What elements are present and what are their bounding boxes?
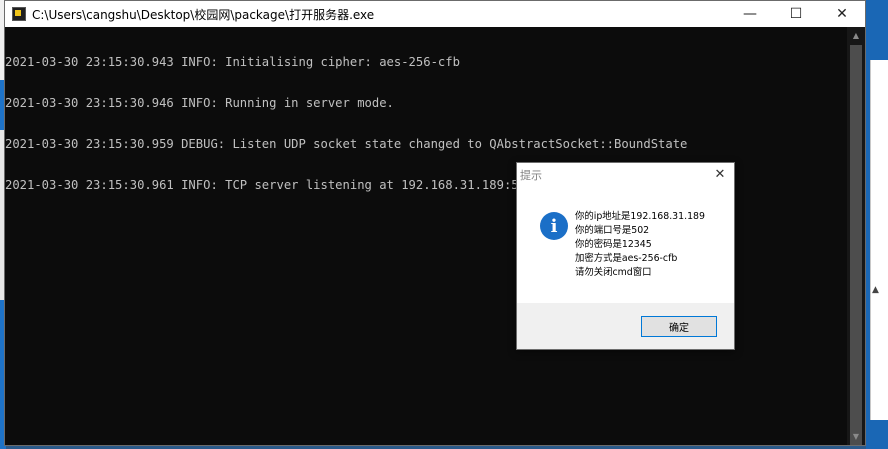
message-line: 你的密码是12345 — [575, 239, 652, 250]
dialog-content: i 你的ip地址是192.168.31.189 你的端口号是502 你的密码是1… — [517, 185, 734, 303]
scroll-thumb[interactable] — [850, 45, 862, 445]
scroll-down-icon[interactable]: ▼ — [847, 428, 865, 445]
message-dialog[interactable]: 提示 ✕ i 你的ip地址是192.168.31.189 你的端口号是502 你… — [516, 162, 735, 350]
dialog-title: 提示 — [520, 169, 542, 182]
message-line: 请勿关闭cmd窗口 — [575, 267, 652, 278]
scroll-up-icon[interactable]: ▲ — [847, 27, 865, 44]
window-controls: — ☐ ✕ — [727, 1, 865, 27]
dialog-close-button[interactable]: ✕ — [710, 165, 730, 183]
message-line: 你的ip地址是192.168.31.189 — [575, 211, 705, 222]
console-line: 2021-03-30 23:15:30.959 DEBUG: Listen UD… — [5, 136, 688, 151]
console-window[interactable]: C:\Users\cangshu\Desktop\校园网\package\打开服… — [4, 0, 866, 446]
console-line: 2021-03-30 23:15:30.946 INFO: Running in… — [5, 95, 394, 110]
info-icon: i — [540, 212, 568, 240]
background-scroll-arrow-icon: ▲ — [872, 285, 879, 295]
maximize-button[interactable]: ☐ — [773, 1, 819, 27]
desktop-background-right: ▲ — [866, 0, 888, 449]
message-line: 加密方式是aes-256-cfb — [575, 253, 678, 264]
background-window-pane — [870, 60, 888, 420]
console-scrollbar[interactable]: ▲ ▼ — [847, 27, 865, 445]
ok-button[interactable]: 确定 — [641, 316, 717, 337]
window-title: C:\Users\cangshu\Desktop\校园网\package\打开服… — [32, 7, 375, 22]
minimize-button[interactable]: — — [727, 1, 773, 27]
close-button[interactable]: ✕ — [819, 1, 865, 27]
dialog-footer: 确定 — [517, 303, 734, 349]
message-line: 你的端口号是502 — [575, 225, 650, 236]
console-line: 2021-03-30 23:15:30.943 INFO: Initialisi… — [5, 55, 460, 70]
dialog-titlebar[interactable]: 提示 ✕ — [517, 163, 734, 185]
console-titlebar[interactable]: C:\Users\cangshu\Desktop\校园网\package\打开服… — [5, 1, 865, 27]
console-app-icon — [12, 7, 26, 21]
desktop: ▲ C:\Users\cangshu\Desktop\校园网\package\打… — [0, 0, 888, 449]
dialog-message: 你的ip地址是192.168.31.189 你的端口号是502 你的密码是123… — [575, 210, 705, 280]
